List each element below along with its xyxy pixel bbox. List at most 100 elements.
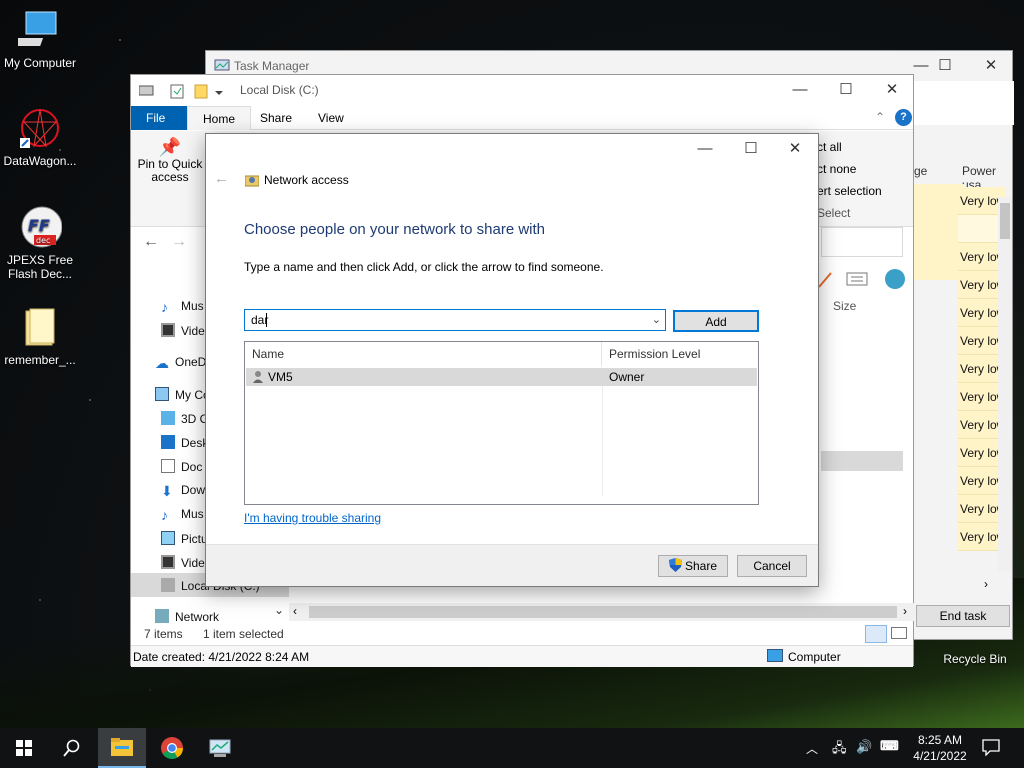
close-icon[interactable]: ✕ xyxy=(772,134,818,164)
desktop-icon-remember[interactable]: remember_... xyxy=(0,305,80,367)
nav-item-videos-2[interactable]: Vide xyxy=(161,555,205,570)
back-arrow-icon[interactable]: ← xyxy=(214,170,229,187)
invert-selection-button[interactable]: ert selection xyxy=(817,184,882,198)
maximize-icon[interactable]: ☐ xyxy=(728,134,774,164)
network-access-dialog[interactable]: — ☐ ✕ ← Network access Choose people on … xyxy=(205,133,819,587)
download-arrow-icon: ⬇ xyxy=(161,483,173,499)
taskbar-task-manager[interactable] xyxy=(196,728,244,768)
nav-item-pictures[interactable]: Pictu xyxy=(161,531,208,546)
row-permission[interactable]: Owner xyxy=(609,370,644,384)
minimize-icon[interactable]: — xyxy=(682,134,728,164)
tab-home[interactable]: Home xyxy=(187,106,252,130)
large-icons-view-icon[interactable] xyxy=(891,627,907,639)
chevron-left-icon[interactable]: ‹ xyxy=(293,604,297,618)
picture-icon xyxy=(161,531,175,545)
desktop-icon-datawagon[interactable]: DataWagon... xyxy=(0,106,80,168)
horizontal-scrollbar[interactable]: ‹ › xyxy=(289,603,915,621)
jpexs-flash-decompiler-icon: FF dec xyxy=(18,205,63,249)
add-button[interactable]: Add xyxy=(673,310,759,332)
search-button[interactable] xyxy=(48,728,96,768)
chevron-right-icon[interactable]: › xyxy=(903,604,907,618)
highlight-cell xyxy=(914,184,964,280)
scrollbar-thumb[interactable] xyxy=(309,606,897,618)
vertical-scrollbar[interactable] xyxy=(998,197,1012,571)
row-name: VM5 xyxy=(268,370,293,384)
select-group-label: Select xyxy=(817,206,851,220)
scrollbar-thumb[interactable] xyxy=(1000,203,1010,239)
minimize-icon[interactable]: — xyxy=(777,75,823,105)
clock[interactable]: 8:25 AM 4/21/2022 xyxy=(908,732,972,764)
folder-icon xyxy=(111,738,133,756)
volume-icon[interactable]: 🔊 xyxy=(856,739,872,755)
desktop-icon xyxy=(161,435,175,449)
document-icon xyxy=(161,459,175,473)
pin-icon: 📌 xyxy=(158,137,182,157)
maximize-icon[interactable]: ☐ xyxy=(823,75,869,105)
start-button[interactable] xyxy=(0,728,48,768)
ime-indicator-icon[interactable]: ⌨ xyxy=(880,738,899,754)
show-hidden-icons-chevron-icon[interactable]: ︿ xyxy=(806,740,818,757)
cancel-button[interactable]: Cancel xyxy=(737,555,807,577)
select-none-button[interactable]: ct none xyxy=(817,162,856,176)
nav-item-my-computer[interactable]: My Co xyxy=(155,387,210,402)
shield-icon xyxy=(668,558,682,578)
chevron-right-icon[interactable]: › xyxy=(984,577,988,591)
video-icon xyxy=(161,555,175,569)
chrome-icon xyxy=(161,737,183,759)
computer-icon xyxy=(767,649,783,662)
close-icon[interactable]: ✕ xyxy=(968,51,1014,81)
view-toolbar-icons[interactable] xyxy=(817,267,913,294)
select-all-button[interactable]: ct all xyxy=(817,140,842,154)
notifications-icon[interactable] xyxy=(982,738,1000,759)
column-divider xyxy=(602,386,603,496)
pin-to-quick-access-button[interactable]: 📌 Pin to Quick access xyxy=(135,137,205,184)
taskbar-chrome[interactable] xyxy=(148,728,196,768)
nav-item-music-2[interactable]: ♪ Mus xyxy=(161,507,204,523)
trouble-sharing-link[interactable]: I'm having trouble sharing xyxy=(244,511,381,525)
network-icon[interactable]: 🖧 xyxy=(832,739,847,761)
tab-view[interactable]: View xyxy=(303,106,359,130)
svg-text:FF: FF xyxy=(28,216,50,235)
column-header-fragment[interactable]: ge xyxy=(914,164,927,178)
share-button[interactable]: Share xyxy=(658,555,728,577)
taskbar-file-explorer[interactable] xyxy=(98,728,146,768)
column-header-size[interactable]: Size xyxy=(833,299,856,313)
nav-item-documents[interactable]: Doc xyxy=(161,459,202,474)
explorer-title: Local Disk (C:) xyxy=(240,83,319,97)
desktop-icon-my-computer[interactable]: My Computer xyxy=(0,8,80,70)
ribbon-tabs: File Home Share View ⌃ ? xyxy=(131,106,913,130)
nav-item-desktop[interactable]: Desk xyxy=(161,435,208,450)
chevron-down-icon[interactable]: ⌄ xyxy=(274,603,284,617)
tab-file[interactable]: File xyxy=(131,106,187,130)
nav-item-3d-objects[interactable]: 3D O xyxy=(161,411,209,426)
nav-item-downloads[interactable]: ⬇ Dow xyxy=(161,483,205,499)
table-row[interactable]: VM5 Owner xyxy=(246,368,757,386)
collapse-ribbon-icon[interactable]: ⌃ xyxy=(875,110,885,124)
desktop-icon-jpexs[interactable]: FF dec JPEXS Free Flash Dec... xyxy=(0,205,80,281)
dialog-footer: Share Cancel xyxy=(206,544,818,586)
network-users-icon xyxy=(244,173,260,190)
end-task-button[interactable]: End task xyxy=(916,605,1010,627)
back-arrow-icon[interactable]: ← xyxy=(143,233,159,251)
sharing-list[interactable]: Name Permission Level VM5 Owner xyxy=(244,341,759,505)
chevron-down-icon[interactable]: ⌄ xyxy=(652,313,661,326)
nav-item-music[interactable]: ♪ Mus xyxy=(161,299,204,315)
search-input[interactable] xyxy=(821,227,903,257)
nav-item-onedrive[interactable]: ☁ OneD xyxy=(155,355,206,371)
nav-item-network[interactable]: Network xyxy=(155,609,219,624)
tab-share[interactable]: Share xyxy=(245,106,307,130)
quick-access-toolbar-icons[interactable] xyxy=(138,83,231,102)
column-header-name[interactable]: Name xyxy=(245,342,602,366)
details-date-created: Date created: 4/21/2022 8:24 AM xyxy=(133,650,310,664)
maximize-icon[interactable]: ☐ xyxy=(922,51,968,81)
clock-date: 4/21/2022 xyxy=(913,749,967,763)
help-icon[interactable]: ? xyxy=(895,109,912,126)
details-view-icon[interactable] xyxy=(865,625,887,643)
forward-arrow-icon[interactable]: → xyxy=(171,233,187,251)
desktop-icon-recycle-bin[interactable]: Recycle Bin xyxy=(935,652,1015,666)
close-icon[interactable]: ✕ xyxy=(869,75,915,105)
name-combobox[interactable]: dar ⌄ xyxy=(244,309,666,331)
nav-item-videos[interactable]: Vide xyxy=(161,323,205,338)
column-header-permission[interactable]: Permission Level xyxy=(602,342,758,366)
share-label: Share xyxy=(684,559,718,573)
